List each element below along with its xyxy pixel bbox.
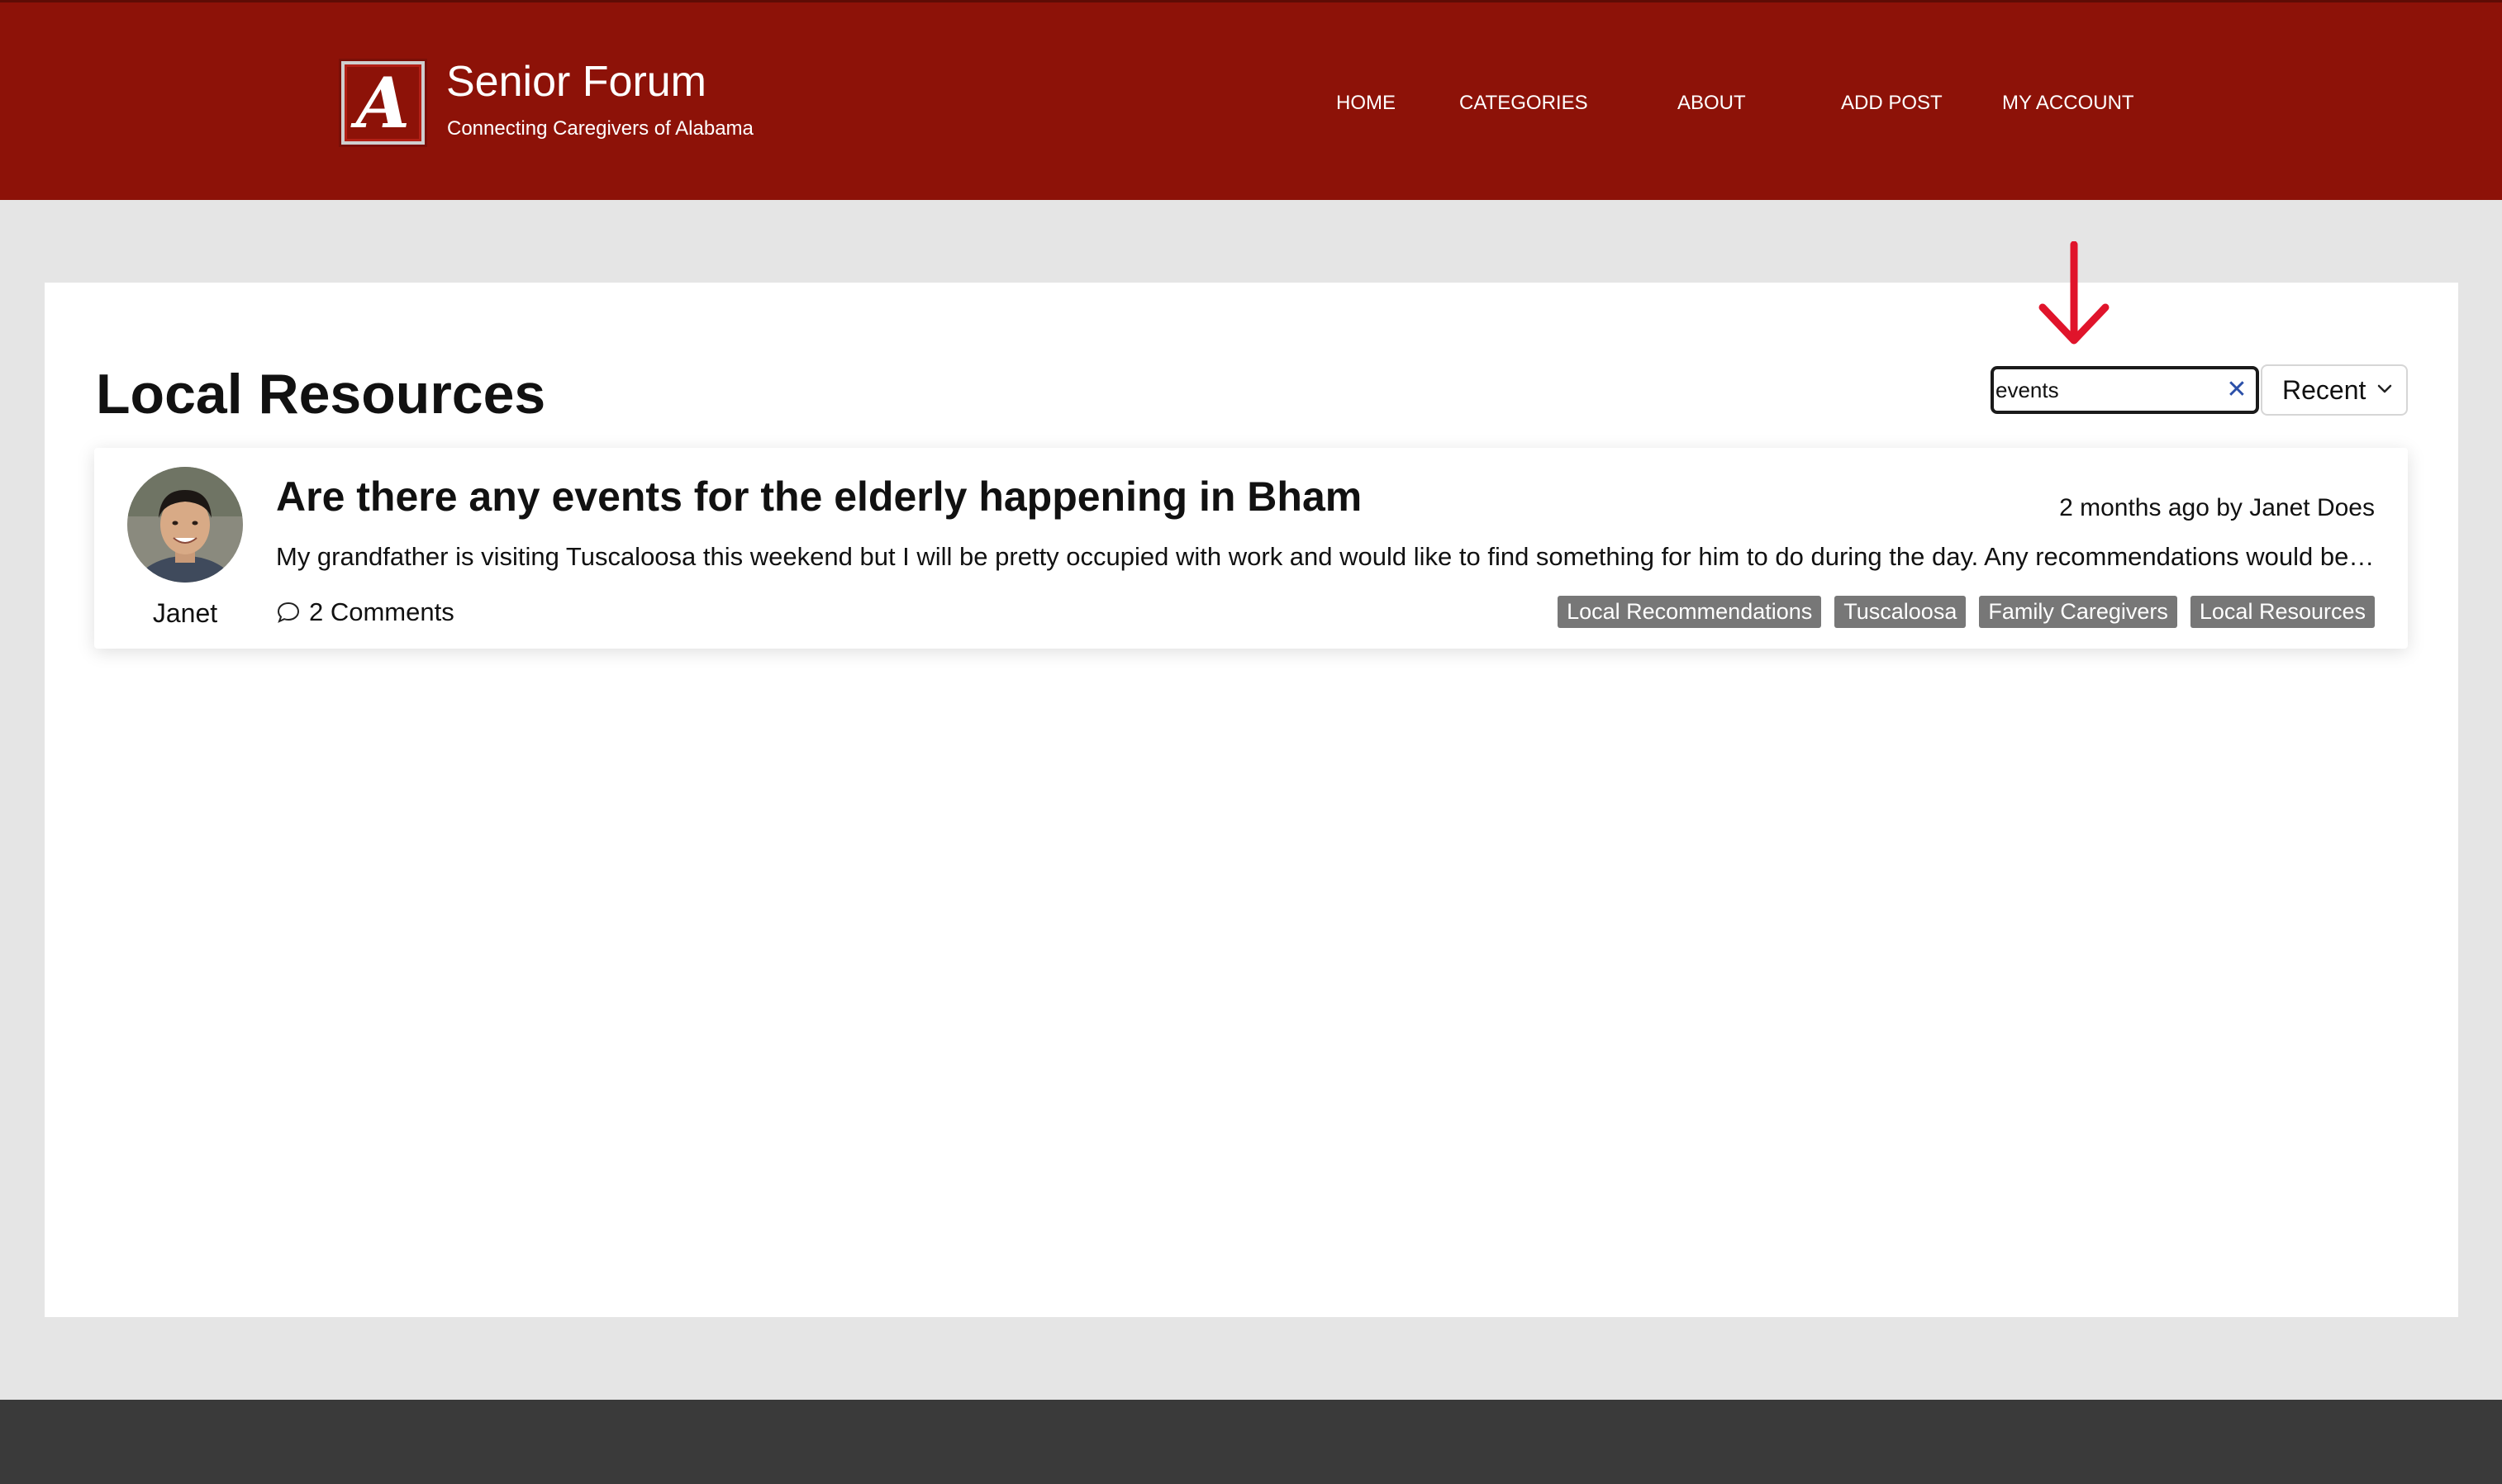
annotation-arrow-icon: [2038, 241, 2110, 345]
tag-local-recommendations[interactable]: Local Recommendations: [1558, 596, 1822, 628]
post-excerpt: My grandfather is visiting Tuscaloosa th…: [276, 542, 2375, 571]
main-content: Local Resources ✕ Recent J: [45, 241, 2458, 1317]
nav-add-post[interactable]: ADD POST: [1841, 92, 1943, 115]
sort-selected-value: Recent: [2282, 374, 2366, 405]
clear-search-icon[interactable]: ✕: [2224, 378, 2249, 402]
site-footer: [0, 1400, 2502, 1484]
chevron-down-icon: [2377, 384, 2392, 393]
logo-letter: A: [355, 61, 411, 144]
post-card[interactable]: Janet Are there any events for the elder…: [94, 448, 2408, 649]
search-input[interactable]: [1995, 374, 2227, 406]
sort-select[interactable]: Recent: [2261, 364, 2408, 416]
nav-categories[interactable]: CATEGORIES: [1459, 92, 1588, 115]
tag-tuscaloosa[interactable]: Tuscaloosa: [1834, 596, 1967, 628]
tag-local-resources[interactable]: Local Resources: [2190, 596, 2375, 628]
site-title[interactable]: Senior Forum: [446, 57, 706, 107]
author-name[interactable]: Janet: [127, 598, 243, 629]
tag-family-caregivers[interactable]: Family Caregivers: [1979, 596, 2177, 628]
site-subtitle: Connecting Caregivers of Alabama: [447, 117, 754, 140]
post-title[interactable]: Are there any events for the elderly hap…: [276, 473, 1362, 521]
site-header: A Senior Forum Connecting Caregivers of …: [0, 0, 2502, 200]
comment-icon: [277, 602, 300, 623]
page-title: Local Resources: [96, 363, 546, 426]
site-logo[interactable]: A: [339, 59, 427, 147]
search-box[interactable]: ✕: [1991, 366, 2259, 414]
nav-home[interactable]: HOME: [1336, 92, 1396, 115]
comments-count: 2 Comments: [309, 597, 454, 626]
nav-about[interactable]: ABOUT: [1677, 92, 1746, 115]
author-avatar[interactable]: [127, 467, 243, 583]
nav-my-account[interactable]: MY ACCOUNT: [2002, 92, 2134, 115]
post-meta: 2 months ago by Janet Does: [2059, 494, 2375, 521]
post-tags: Local Recommendations Tuscaloosa Family …: [1558, 596, 2375, 628]
comments-link[interactable]: 2 Comments: [276, 597, 454, 627]
